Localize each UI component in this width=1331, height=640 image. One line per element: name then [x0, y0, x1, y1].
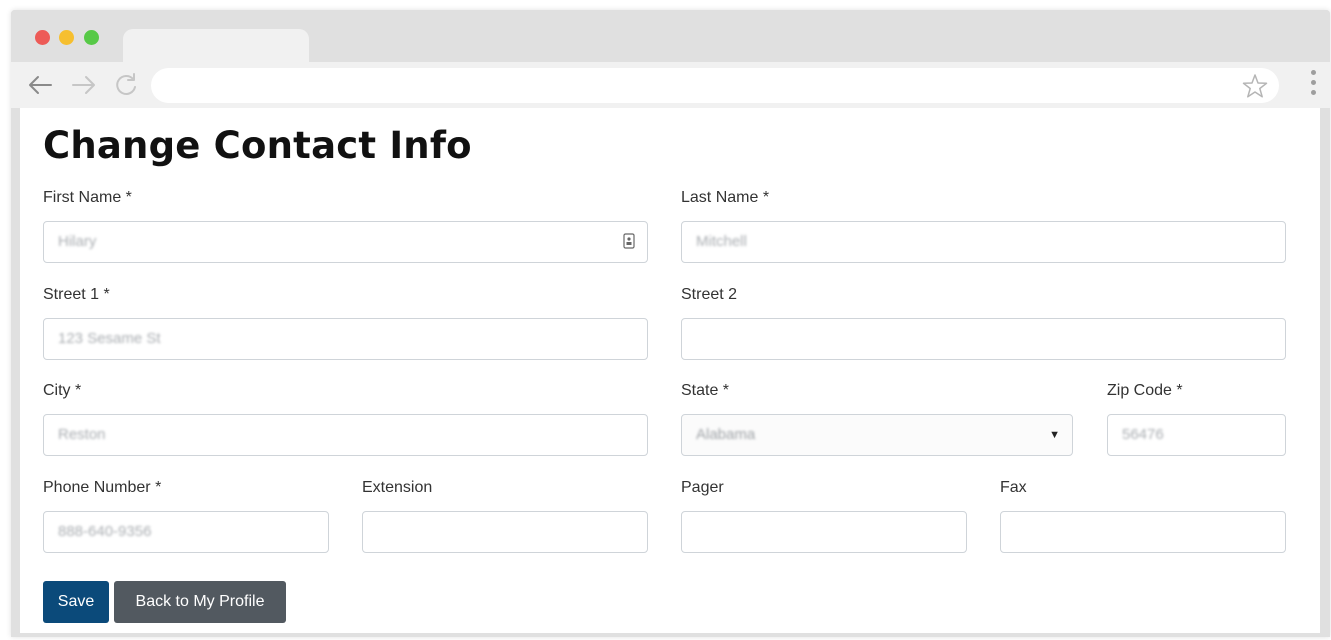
street1-label: Street 1 * — [43, 286, 110, 303]
pager-label: Pager — [681, 479, 724, 496]
reload-icon[interactable] — [111, 70, 141, 100]
first-name-label: First Name * — [43, 189, 132, 206]
save-button[interactable]: Save — [43, 581, 109, 623]
street2-label: Street 2 — [681, 286, 738, 303]
extension-label: Extension — [362, 479, 433, 496]
phone-number-input[interactable]: 888-640-9356 — [43, 511, 329, 553]
extension-input[interactable] — [362, 511, 648, 553]
arrow-right-icon[interactable] — [69, 70, 99, 100]
state-label: State * — [681, 382, 730, 399]
phone-number-value: 888-640-9356 — [58, 523, 152, 540]
back-to-profile-button[interactable]: Back to My Profile — [114, 581, 286, 623]
contact-card-icon[interactable] — [623, 233, 635, 249]
first-name-input[interactable]: Hilary — [43, 221, 648, 263]
state-value: Alabama — [696, 426, 756, 443]
street1-input[interactable]: 123 Sesame St — [43, 318, 648, 360]
city-input[interactable]: Reston — [43, 414, 648, 456]
dropdown-caret-icon: ▼ — [1049, 429, 1060, 441]
page-title: Change Contact Info — [43, 124, 472, 167]
city-label: City * — [43, 382, 82, 399]
fax-input[interactable] — [1000, 511, 1286, 553]
city-value: Reston — [58, 426, 106, 443]
street1-value: 123 Sesame St — [58, 330, 161, 347]
maximize-window-button[interactable] — [84, 30, 99, 45]
kebab-menu-icon[interactable] — [1308, 70, 1318, 102]
zip-code-label: Zip Code * — [1107, 382, 1183, 399]
zip-code-input[interactable]: 56476 — [1107, 414, 1286, 456]
browser-toolbar — [11, 62, 1330, 108]
arrow-left-icon[interactable] — [25, 70, 55, 100]
fax-label: Fax — [1000, 479, 1027, 496]
state-select[interactable]: Alabama ▼ — [681, 414, 1073, 456]
last-name-input[interactable]: Mitchell — [681, 221, 1286, 263]
minimize-window-button[interactable] — [59, 30, 74, 45]
street2-input[interactable] — [681, 318, 1286, 360]
first-name-value: Hilary — [58, 233, 97, 250]
last-name-label: Last Name * — [681, 189, 770, 206]
zip-code-value: 56476 — [1122, 426, 1164, 443]
star-icon[interactable] — [1241, 72, 1269, 100]
last-name-value: Mitchell — [696, 233, 747, 250]
page-content: Change Contact Info First Name * Hilary … — [20, 108, 1320, 633]
address-bar[interactable] — [151, 68, 1279, 103]
close-window-button[interactable] — [35, 30, 50, 45]
browser-tab[interactable] — [123, 29, 309, 63]
browser-window: Change Contact Info First Name * Hilary … — [11, 10, 1330, 637]
browser-titlebar — [11, 10, 1330, 63]
phone-number-label: Phone Number * — [43, 479, 162, 496]
pager-input[interactable] — [681, 511, 967, 553]
